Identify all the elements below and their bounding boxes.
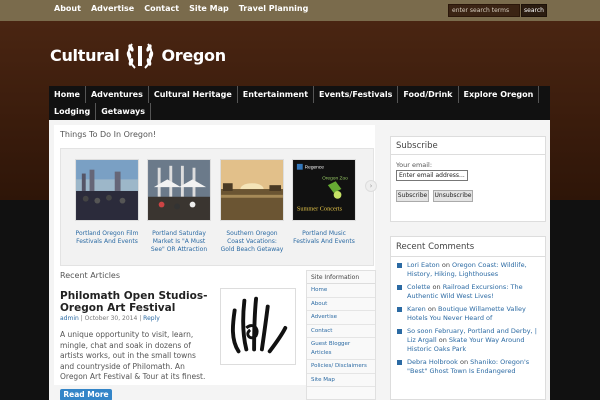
- slide-card[interactable]: Southern Oregon Coast Vacations: Gold Be…: [220, 159, 284, 254]
- article-title[interactable]: Philomath Open Studios-Oregon Art Festiv…: [60, 290, 220, 314]
- topnav-about[interactable]: About: [54, 4, 81, 13]
- nav-lodging[interactable]: Lodging: [49, 103, 97, 120]
- comment-author[interactable]: Lori Eaton: [407, 261, 440, 269]
- slide-caption[interactable]: Portland Oregon Film Festivals And Event…: [75, 230, 139, 246]
- laurel-icon: [127, 43, 154, 69]
- topnav-travel-planning[interactable]: Travel Planning: [239, 4, 309, 13]
- site-information-heading: Site Information: [307, 271, 375, 284]
- nav-adventures[interactable]: Adventures: [86, 86, 149, 103]
- topnav-contact[interactable]: Contact: [144, 4, 179, 13]
- subscribe-button[interactable]: Subscribe: [396, 190, 429, 202]
- search-button[interactable]: search: [521, 4, 547, 17]
- article-meta: admin | October 30, 2014 | Reply: [60, 315, 160, 322]
- slide-caption[interactable]: Portland Music Festivals And Events: [292, 230, 356, 246]
- nav-home[interactable]: Home: [49, 86, 86, 103]
- unsubscribe-button[interactable]: Unsubscribe: [433, 190, 473, 202]
- article-reply-link[interactable]: Reply: [143, 315, 160, 322]
- main-nav: Home Adventures Cultural Heritage Entert…: [49, 86, 550, 120]
- slide4-title: Summer Concerts: [297, 205, 343, 212]
- article-date: October 30, 2014: [84, 315, 138, 322]
- slide-caption[interactable]: Southern Oregon Coast Vacations: Gold Be…: [220, 230, 284, 254]
- featured-slider: Portland Oregon Film Festivals And Event…: [60, 148, 374, 266]
- email-field[interactable]: Enter email address...: [396, 170, 468, 181]
- article-excerpt: A unique opportunity to visit, learn, mi…: [60, 330, 206, 381]
- site-logo[interactable]: Cultural Oregon: [50, 38, 226, 72]
- comment-bullet-icon: [397, 263, 402, 268]
- siteinfo-guest-blogger[interactable]: Guest Blogger Articles: [307, 338, 375, 360]
- top-nav: About Advertise Contact Site Map Travel …: [54, 4, 318, 13]
- slide-caption[interactable]: Portland Saturday Market Is "A Must See"…: [147, 230, 211, 254]
- article-thumbnail-hand-image[interactable]: [220, 288, 296, 365]
- nav-events-festivals[interactable]: Events/Festivals: [314, 86, 399, 103]
- comment-bullet-icon: [397, 307, 402, 312]
- subscribe-heading: Subscribe: [391, 137, 545, 155]
- slider-next-arrow[interactable]: ›: [365, 180, 377, 192]
- comment-bullet-icon: [397, 360, 402, 365]
- comment-author[interactable]: Debra Holbrook: [407, 358, 458, 366]
- nav-food-drink[interactable]: Food/Drink: [398, 86, 459, 103]
- comment-item: Lori Eaton on Oregon Coast: Wildlife, Hi…: [391, 261, 545, 279]
- logo-text-left: Cultural: [50, 45, 120, 65]
- siteinfo-advertise[interactable]: Advertise: [307, 311, 375, 325]
- site-information-box: Site Information Home About Advertise Co…: [306, 270, 376, 400]
- logo-text-right: Oregon: [161, 45, 226, 65]
- slide-card[interactable]: Portland Oregon Film Festivals And Event…: [75, 159, 139, 246]
- slide-image-film-festival: [75, 159, 139, 221]
- comment-item: Colette on Railroad Excursions: The Auth…: [391, 283, 545, 301]
- recent-comments-heading: Recent Comments: [391, 237, 545, 257]
- nav-cultural-heritage[interactable]: Cultural Heritage: [149, 86, 238, 103]
- comment-bullet-icon: [397, 285, 402, 290]
- comment-item: Karen on Boutique Willamette Valley Hote…: [391, 305, 545, 323]
- topnav-site-map[interactable]: Site Map: [189, 4, 229, 13]
- subscribe-box: Subscribe Your email: Enter email addres…: [390, 136, 546, 222]
- nav-explore-oregon[interactable]: Explore Oregon: [459, 86, 540, 103]
- read-more-button[interactable]: Read More: [60, 389, 112, 400]
- slide-card[interactable]: Portland Saturday Market Is "A Must See"…: [147, 159, 211, 254]
- slide-card[interactable]: Regence Oregon Zoo Summer Concerts Portl…: [292, 159, 356, 246]
- comment-author[interactable]: Karen: [407, 305, 426, 313]
- slide-image-coast-sunset: [220, 159, 284, 221]
- siteinfo-home[interactable]: Home: [307, 284, 375, 298]
- comment-author[interactable]: Colette: [407, 283, 430, 291]
- article-author[interactable]: admin: [60, 315, 79, 322]
- email-label: Your email:: [396, 161, 433, 169]
- content-area: Things To Do In Oregon! Portland Oregon …: [49, 120, 550, 400]
- comment-bullet-icon: [397, 329, 402, 334]
- comment-item: Debra Holbrook on Shaniko: Oregon's "Bes…: [391, 358, 545, 376]
- siteinfo-policies[interactable]: Policies/ Disclaimers: [307, 360, 375, 374]
- slide4-logo: Regence: [305, 165, 325, 171]
- siteinfo-about[interactable]: About: [307, 298, 375, 311]
- slide-image-summer-concerts: Regence Oregon Zoo Summer Concerts: [292, 159, 356, 221]
- slide-image-saturday-market: [147, 159, 211, 221]
- siteinfo-site-map[interactable]: Site Map: [307, 374, 375, 387]
- topnav-advertise[interactable]: Advertise: [91, 4, 134, 13]
- comment-item: So soon February, Portland and Derby, | …: [391, 327, 545, 354]
- featured-title: Things To Do In Oregon!: [60, 130, 157, 139]
- nav-getaways[interactable]: Getaways: [96, 103, 151, 120]
- recent-comments-box: Recent Comments Lori Eaton on Oregon Coa…: [390, 236, 546, 400]
- nav-entertainment[interactable]: Entertainment: [238, 86, 315, 103]
- recent-articles-heading: Recent Articles: [60, 271, 121, 280]
- search-input[interactable]: enter search terms: [448, 4, 520, 17]
- slide4-sub: Oregon Zoo: [322, 175, 348, 181]
- siteinfo-contact[interactable]: Contact: [307, 325, 375, 338]
